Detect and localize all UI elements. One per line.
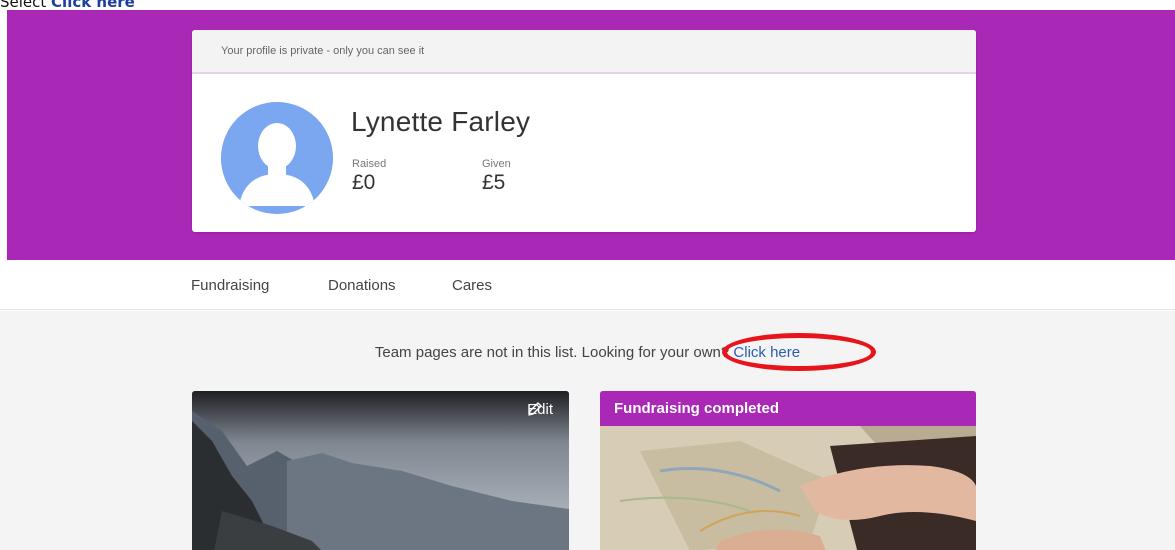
default-user-avatar-icon xyxy=(221,102,333,214)
profile-tabs: Fundraising Donations Cares xyxy=(0,260,1175,310)
privacy-notice: Your profile is private - only you can s… xyxy=(192,30,976,74)
fundraising-content: Team pages are not in this list. Looking… xyxy=(0,311,1175,550)
fundraising-completed-label: Fundraising completed xyxy=(614,400,780,417)
pencil-icon xyxy=(528,402,542,416)
completed-fundraising-card[interactable]: Fundraising completed xyxy=(600,391,976,550)
raised-stat: Raised £0 xyxy=(352,158,386,195)
tab-donations[interactable]: Donations xyxy=(328,277,396,294)
given-label: Given xyxy=(482,158,511,170)
team-pages-notice-text: Team pages are not in this list. Looking… xyxy=(374,344,730,361)
instruction-text: Select Click here xyxy=(0,0,135,11)
mountain-landscape-photo xyxy=(192,391,569,550)
raised-value: £0 xyxy=(352,171,376,194)
profile-card: Your profile is private - only you can s… xyxy=(192,30,976,232)
tab-cares[interactable]: Cares xyxy=(452,277,492,294)
click-here-highlight-ring xyxy=(722,333,876,371)
privacy-notice-text: Your profile is private - only you can s… xyxy=(221,45,425,57)
team-pages-notice: Team pages are not in this list. Looking… xyxy=(0,344,1175,361)
given-stat: Given £5 xyxy=(482,158,511,195)
profile-name: Lynette Farley xyxy=(351,106,531,137)
given-value: £5 xyxy=(482,171,506,194)
fundraising-completed-banner: Fundraising completed xyxy=(600,391,976,426)
edit-button[interactable]: Edit xyxy=(527,401,553,418)
tab-fundraising[interactable]: Fundraising xyxy=(191,277,269,294)
raised-label: Raised xyxy=(352,158,387,170)
avatar xyxy=(221,102,333,214)
fundraising-page-card[interactable]: Edit xyxy=(192,391,569,550)
